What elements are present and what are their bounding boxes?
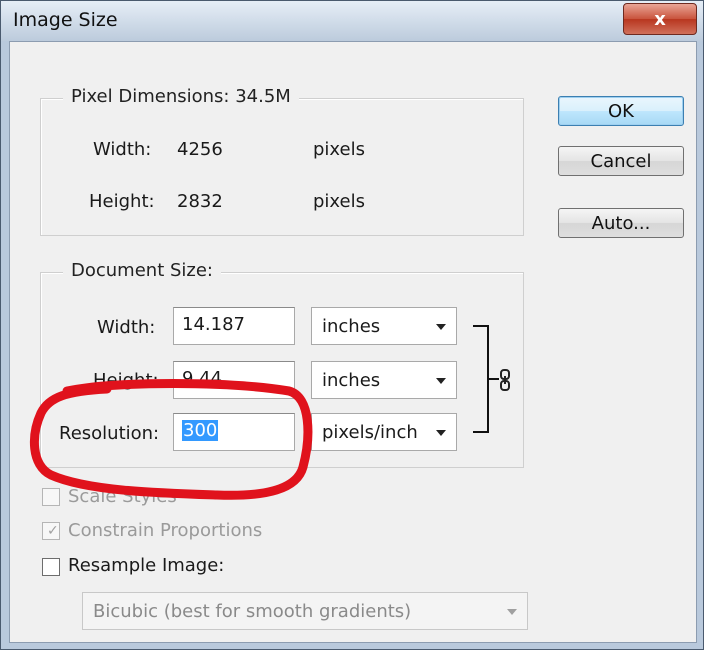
doc-width-label: Width: <box>97 317 156 338</box>
close-button[interactable]: x <box>623 3 697 35</box>
pixel-height-value: 2832 <box>177 191 223 212</box>
doc-height-unit-value: inches <box>322 370 381 391</box>
constraint-bracket-tick <box>489 378 499 380</box>
resolution-unit-value: pixels/inch <box>322 422 418 443</box>
checkmark-icon: ✓ <box>47 523 59 539</box>
image-size-dialog: Image Size x Pixel Dimensions: 34.5M Wid… <box>0 0 704 650</box>
cancel-button[interactable]: Cancel <box>558 146 684 176</box>
pixel-dimensions-group: Pixel Dimensions: 34.5M Width: 4256 pixe… <box>40 86 524 236</box>
constrain-proportions-checkbox[interactable]: ✓ <box>42 522 60 540</box>
resolution-unit-select[interactable]: pixels/inch <box>311 413 457 451</box>
resample-method-value: Bicubic (best for smooth gradients) <box>93 601 412 622</box>
resample-image-checkbox[interactable] <box>42 558 60 576</box>
resample-image-label: Resample Image: <box>68 555 225 576</box>
pixel-height-unit: pixels <box>313 191 365 212</box>
pixel-width-unit: pixels <box>313 139 365 160</box>
ok-button[interactable]: OK <box>558 96 684 126</box>
auto-button[interactable]: Auto... <box>558 208 684 238</box>
doc-width-unit-select[interactable]: inches <box>311 307 457 345</box>
chevron-down-icon <box>436 430 446 436</box>
constrain-proportions-label: Constrain Proportions <box>68 520 263 541</box>
close-icon: x <box>654 8 666 30</box>
dialog-title: Image Size <box>13 9 118 31</box>
dialog-body: Pixel Dimensions: 34.5M Width: 4256 pixe… <box>9 41 697 643</box>
highlight-annotation <box>29 379 313 500</box>
pixel-dimensions-label: Pixel Dimensions: <box>71 86 230 107</box>
pixel-height-label: Height: <box>89 191 155 212</box>
doc-width-unit-value: inches <box>322 316 381 337</box>
pixel-width-value: 4256 <box>177 139 223 160</box>
pixel-dimensions-size: 34.5M <box>235 86 291 107</box>
pixel-dimensions-title: Pixel Dimensions: 34.5M <box>63 86 299 107</box>
chevron-down-icon <box>507 609 517 615</box>
resample-method-select[interactable]: Bicubic (best for smooth gradients) <box>82 592 528 630</box>
pixel-width-label: Width: <box>93 139 152 160</box>
chevron-down-icon <box>436 324 446 330</box>
doc-width-input[interactable]: 14.187 <box>173 307 295 345</box>
doc-height-unit-select[interactable]: inches <box>311 361 457 399</box>
constraint-bracket <box>473 325 489 433</box>
title-bar[interactable]: Image Size x <box>1 1 703 41</box>
document-size-title: Document Size: <box>63 260 221 281</box>
chain-link-icon[interactable] <box>499 369 511 391</box>
chevron-down-icon <box>436 378 446 384</box>
